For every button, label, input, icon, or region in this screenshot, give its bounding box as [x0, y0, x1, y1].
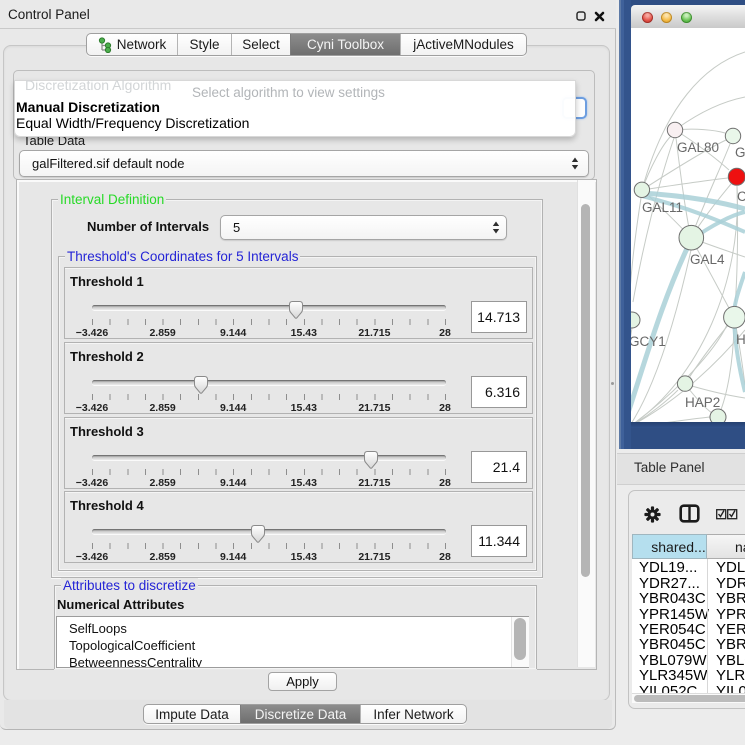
- svg-text:H: H: [736, 332, 745, 347]
- svg-text:GCY1: GCY1: [631, 334, 666, 349]
- svg-text:HAP2: HAP2: [685, 395, 720, 410]
- svg-text:GAL4: GAL4: [690, 252, 725, 267]
- svg-text:C: C: [737, 189, 745, 204]
- svg-text:GAL11: GAL11: [642, 200, 683, 215]
- svg-text:GAL80: GAL80: [677, 140, 719, 155]
- svg-text:GA: GA: [735, 145, 745, 160]
